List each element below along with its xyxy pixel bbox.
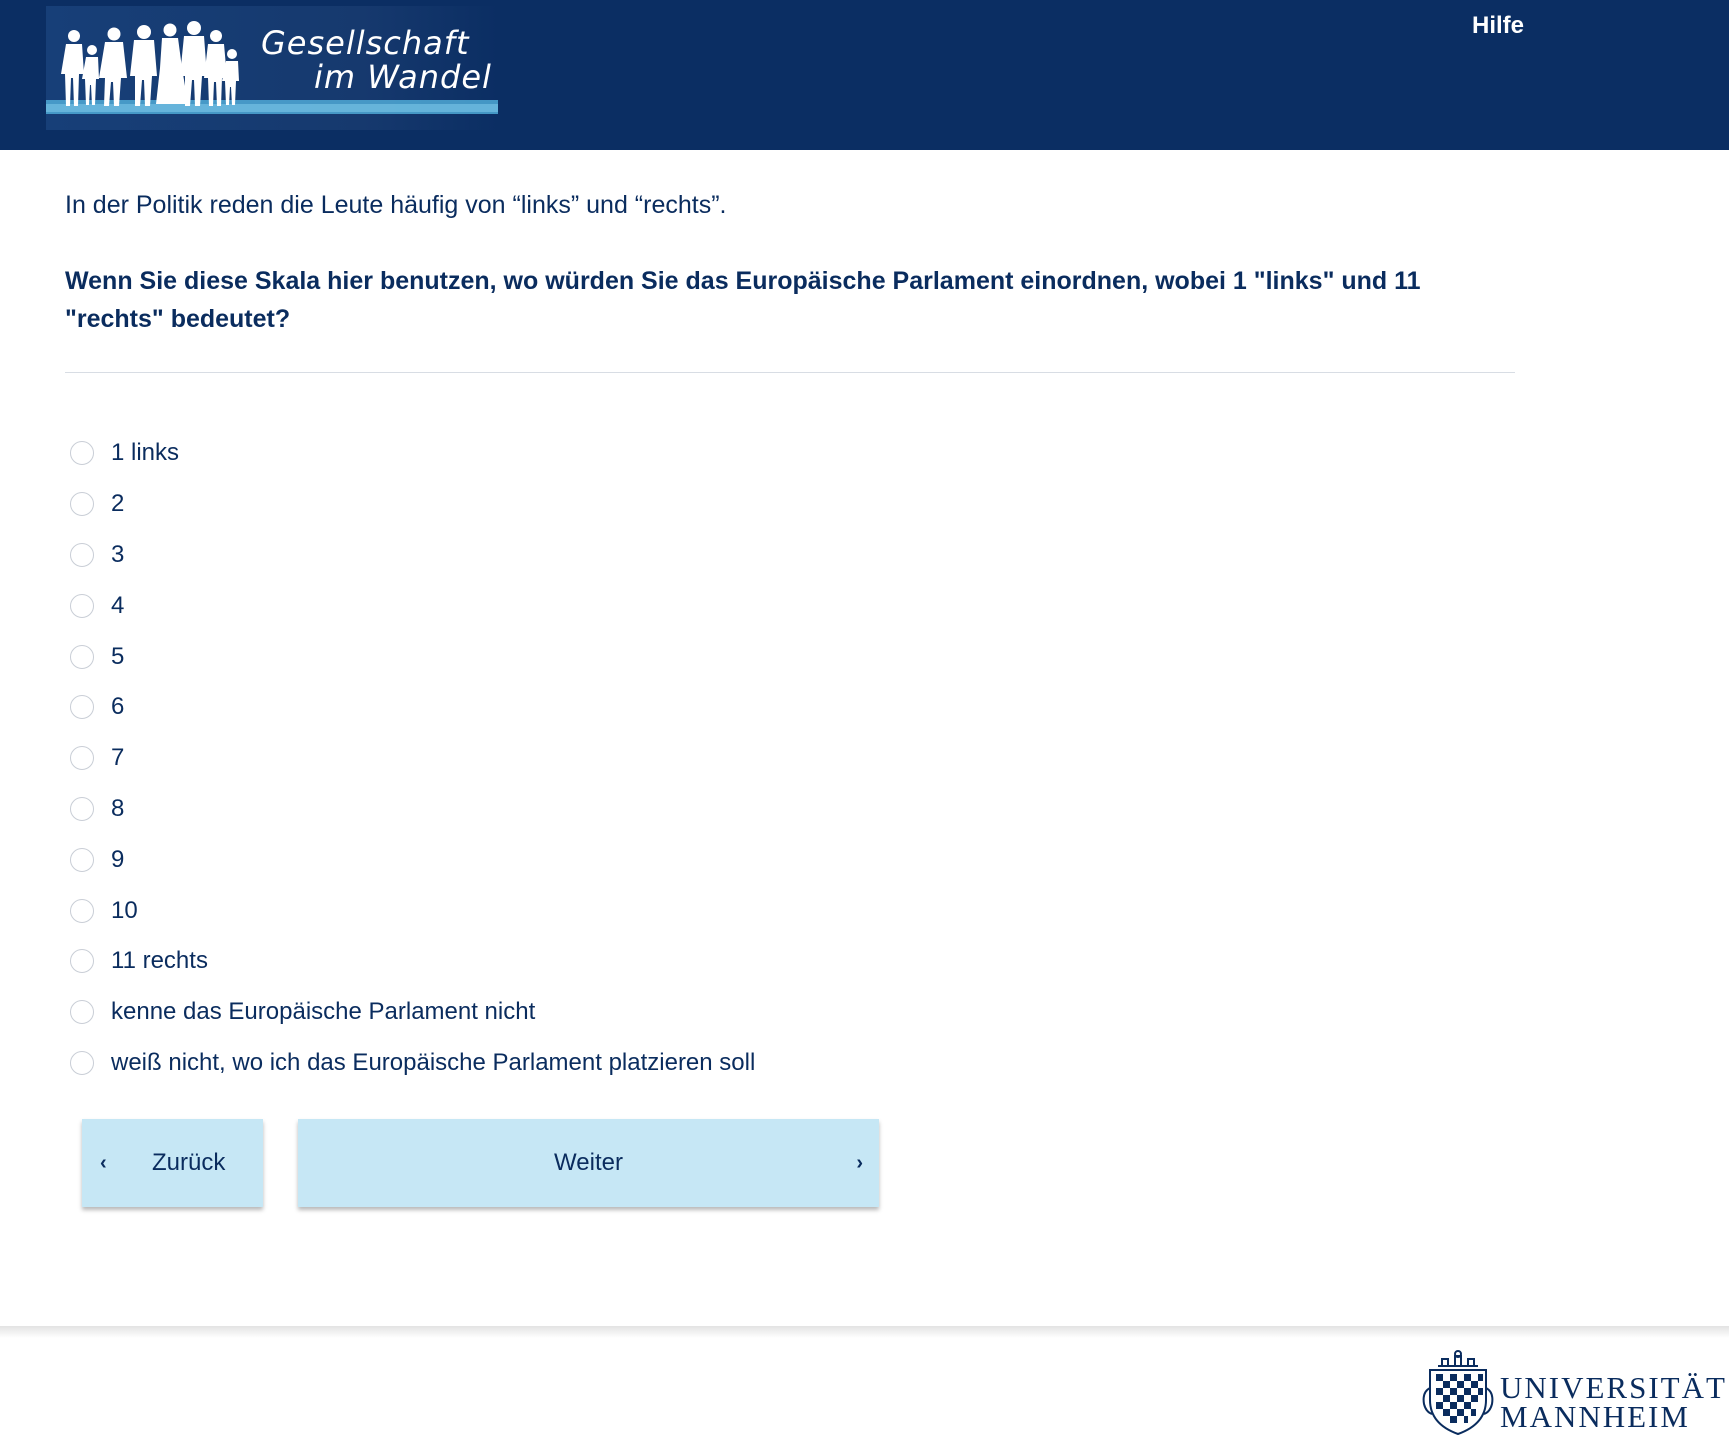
- next-button-label: Weiter: [554, 1149, 623, 1176]
- answer-options-list: 1 links 2 3 4 5 6 7 8 9 10 11 rechts ken…: [70, 428, 755, 1088]
- radio-button[interactable]: [70, 695, 94, 720]
- answer-option-10[interactable]: 10: [70, 885, 755, 936]
- radio-button[interactable]: [70, 746, 94, 771]
- question-text: Wenn Sie diese Skala hier benutzen, wo w…: [65, 267, 1421, 333]
- answer-option-label: 7: [111, 744, 125, 772]
- answer-option-label: 6: [111, 693, 125, 721]
- answer-option-label: 2: [111, 490, 125, 518]
- logo-text-line2: im Wandel: [314, 58, 492, 96]
- radio-button[interactable]: [70, 796, 94, 821]
- radio-button[interactable]: [70, 441, 94, 466]
- chevron-left-icon: ‹: [100, 1152, 107, 1174]
- site-header: Gesellschaft im Wandel Hilfe: [0, 0, 1729, 150]
- answer-option-6[interactable]: 6: [70, 682, 755, 733]
- answer-option-label: 11 rechts: [111, 947, 208, 975]
- answer-option-8[interactable]: 8: [70, 784, 755, 835]
- answer-option-9[interactable]: 9: [70, 834, 755, 885]
- radio-button[interactable]: [70, 593, 94, 618]
- answer-option-label: 8: [111, 794, 125, 822]
- answer-option-4[interactable]: 4: [70, 580, 755, 631]
- radio-button[interactable]: [70, 1000, 94, 1025]
- answer-option-7[interactable]: 7: [70, 733, 755, 784]
- help-link[interactable]: Hilfe: [1472, 12, 1524, 40]
- radio-button[interactable]: [70, 492, 94, 517]
- divider: [65, 372, 1515, 373]
- answer-option-3[interactable]: 3: [70, 530, 755, 581]
- university-name-line2: MANNHEIM: [1500, 1399, 1690, 1434]
- logo-text-line1: Gesellschaft: [261, 24, 470, 62]
- answer-option-label: weiß nicht, wo ich das Europäische Parla…: [111, 1048, 756, 1076]
- gesellschaft-im-wandel-logo: Gesellschaft im Wandel: [46, 6, 498, 130]
- radio-button[interactable]: [70, 847, 94, 872]
- answer-option-label: 4: [111, 591, 125, 619]
- radio-button[interactable]: [70, 898, 94, 923]
- answer-option-1[interactable]: 1 links: [70, 428, 755, 479]
- answer-option-2[interactable]: 2: [70, 479, 755, 530]
- answer-option-11[interactable]: 11 rechts: [70, 936, 755, 987]
- answer-option-dont-know-parliament[interactable]: kenne das Europäische Parlament nicht: [70, 987, 755, 1038]
- question-intro-text: In der Politik reden die Leute häufig vo…: [65, 191, 727, 219]
- answer-option-cannot-place[interactable]: weiß nicht, wo ich das Europäische Parla…: [70, 1038, 755, 1089]
- answer-option-5[interactable]: 5: [70, 631, 755, 682]
- radio-button[interactable]: [70, 1050, 94, 1075]
- university-crest-icon: [1422, 1350, 1494, 1436]
- radio-button[interactable]: [70, 949, 94, 974]
- answer-option-label: kenne das Europäische Parlament nicht: [111, 998, 536, 1026]
- radio-button[interactable]: [70, 644, 94, 669]
- footer-separator: [0, 1326, 1729, 1338]
- back-button[interactable]: ‹ Zurück: [82, 1119, 263, 1207]
- back-button-label: Zurück: [152, 1149, 226, 1176]
- answer-option-label: 9: [111, 845, 125, 873]
- answer-option-label: 1 links: [111, 439, 180, 467]
- universitaet-mannheim-logo: UNIVERSITÄT MANNHEIM: [1420, 1348, 1725, 1438]
- next-button[interactable]: Weiter ›: [298, 1119, 879, 1207]
- radio-button[interactable]: [70, 542, 94, 567]
- chevron-right-icon: ›: [856, 1152, 863, 1174]
- answer-option-label: 5: [111, 642, 125, 670]
- answer-option-label: 3: [111, 540, 125, 568]
- answer-option-label: 10: [111, 896, 138, 924]
